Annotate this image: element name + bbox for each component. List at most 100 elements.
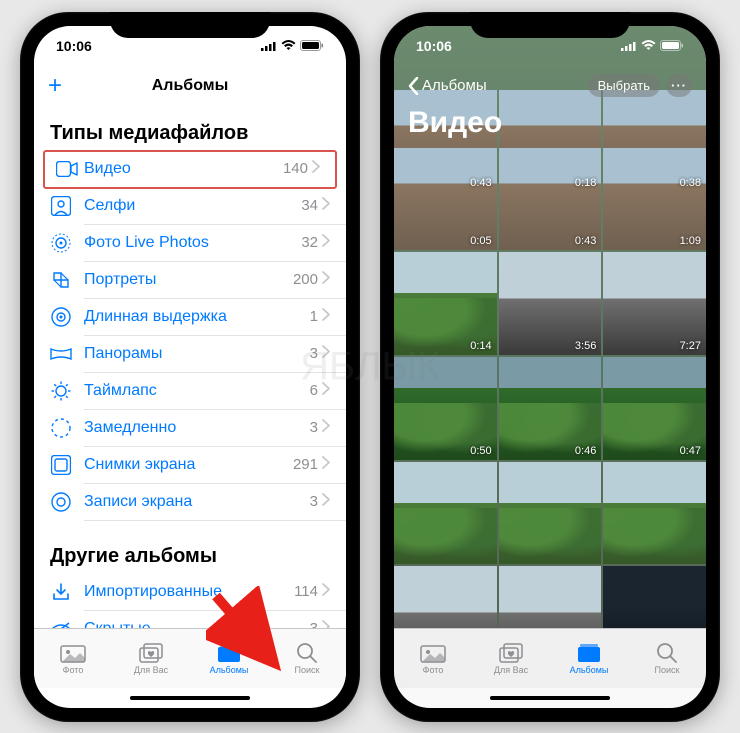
list-row-live[interactable]: Фото Live Photos 32 [84, 225, 346, 262]
video-thumbnail[interactable] [499, 462, 602, 565]
video-duration: 0:43 [470, 177, 491, 189]
row-label: Фото Live Photos [84, 234, 301, 252]
list-row-screenshot[interactable]: Снимки экрана 291 [84, 447, 346, 484]
video-thumbnail[interactable] [603, 566, 706, 627]
chevron-right-icon [322, 583, 330, 601]
video-duration: 0:50 [470, 445, 491, 457]
video-thumbnail[interactable]: 1:25 [394, 566, 497, 627]
tab-bar: Фото Для Вас АльбомыПоиск [34, 628, 346, 688]
video-duration: 0:46 [575, 445, 596, 457]
hidden-icon [50, 618, 72, 628]
chevron-right-icon [322, 620, 330, 628]
record-icon [50, 491, 72, 513]
albums-icon [216, 642, 242, 664]
video-thumbnail[interactable]: 7:27 [603, 252, 706, 355]
row-count: 200 [293, 271, 318, 288]
row-label: Панорамы [84, 345, 310, 363]
notch [110, 12, 270, 38]
row-count: 34 [301, 197, 318, 214]
more-button[interactable]: ··· [666, 74, 692, 97]
row-count: 32 [301, 234, 318, 251]
albums-icon [576, 642, 602, 664]
row-count: 3 [310, 419, 318, 436]
video-duration: 0:43 [575, 235, 596, 247]
tab-label: Фото [423, 665, 444, 675]
video-thumbnail[interactable] [603, 462, 706, 565]
video-thumbnail[interactable]: 1:09 [603, 148, 706, 251]
list-row-timelapse[interactable]: Таймлапс 6 [84, 373, 346, 410]
list-row-video[interactable]: Видео 140 [44, 151, 336, 188]
video-duration: 3:56 [575, 340, 596, 352]
video-thumbnail[interactable]: 0:46 [499, 357, 602, 460]
tab-albums[interactable]: Альбомы [550, 629, 628, 688]
section-header-other: Другие альбомы [34, 521, 346, 574]
tab-photos[interactable]: Фото [34, 629, 112, 688]
pano-icon [50, 343, 72, 365]
tab-albums[interactable]: Альбомы [190, 629, 268, 688]
home-indicator[interactable] [394, 688, 706, 708]
tab-search[interactable]: Поиск [628, 629, 706, 688]
list-row-import[interactable]: Импортированные 114 [84, 574, 346, 611]
photos-icon [420, 642, 446, 664]
wifi-icon [641, 40, 656, 51]
photos-icon [60, 642, 86, 664]
tab-search[interactable]: Поиск [268, 629, 346, 688]
phone-right: 0:43 0:18 0:38 10:06 Альбомы Выбрать [380, 12, 720, 722]
row-label: Замедленно [84, 419, 310, 437]
video-thumbnail[interactable]: 0:50 [394, 357, 497, 460]
list-row-long[interactable]: Длинная выдержка 1 [84, 299, 346, 336]
video-thumbnail[interactable]: 0:47 [603, 357, 706, 460]
chevron-right-icon [322, 456, 330, 474]
video-duration: 0:38 [680, 177, 701, 189]
list-row-slomo[interactable]: Замедленно 3 [84, 410, 346, 447]
live-icon [50, 232, 72, 254]
chevron-right-icon [322, 382, 330, 400]
list-row-portrait[interactable]: Портреты 200 [84, 262, 346, 299]
add-button[interactable]: + [48, 72, 62, 100]
tab-foryou[interactable]: Для Вас [112, 629, 190, 688]
row-count: 114 [294, 583, 318, 600]
row-count: 1 [310, 308, 318, 325]
list-row-pano[interactable]: Панорамы 3 [84, 336, 346, 373]
video-thumbnail[interactable]: 0:50 [499, 566, 602, 627]
battery-icon [300, 40, 324, 51]
battery-icon [660, 40, 684, 51]
video-thumbnail[interactable]: 3:56 [499, 252, 602, 355]
list-row-record[interactable]: Записи экрана 3 [84, 484, 346, 521]
video-duration: 0:47 [680, 445, 701, 457]
chevron-right-icon [322, 197, 330, 215]
tab-label: Фото [63, 665, 84, 675]
search-icon [294, 642, 320, 664]
video-duration: 0:14 [470, 340, 491, 352]
search-icon [654, 642, 680, 664]
video-thumbnail[interactable] [394, 462, 497, 565]
back-button[interactable]: Альбомы [408, 77, 487, 95]
timelapse-icon [50, 380, 72, 402]
back-label: Альбомы [422, 77, 487, 94]
row-count: 3 [310, 493, 318, 510]
signal-icon [621, 41, 637, 51]
import-icon [50, 581, 72, 603]
row-count: 140 [283, 160, 308, 177]
video-duration: 0:18 [575, 177, 596, 189]
chevron-right-icon [312, 160, 320, 178]
list-row-selfie[interactable]: Селфи 34 [84, 188, 346, 225]
select-button[interactable]: Выбрать [588, 74, 660, 97]
foryou-icon [138, 642, 164, 664]
video-thumbnail[interactable]: 0:43 [499, 148, 602, 251]
video-thumbnail[interactable]: 0:14 [394, 252, 497, 355]
chevron-right-icon [322, 271, 330, 289]
list-row-hidden[interactable]: Скрытые 3 [84, 611, 346, 628]
chevron-right-icon [322, 234, 330, 252]
tab-label: Для Вас [134, 665, 168, 675]
portrait-icon [50, 269, 72, 291]
home-indicator[interactable] [34, 688, 346, 708]
tab-foryou[interactable]: Для Вас [472, 629, 550, 688]
tab-photos[interactable]: Фото [394, 629, 472, 688]
video-thumbnail[interactable]: 0:05 [394, 148, 497, 251]
notch [470, 12, 630, 38]
row-label: Таймлапс [84, 382, 310, 400]
tab-label: Для Вас [494, 665, 528, 675]
signal-icon [261, 41, 277, 51]
section-header-media: Типы медиафайлов [34, 106, 346, 151]
